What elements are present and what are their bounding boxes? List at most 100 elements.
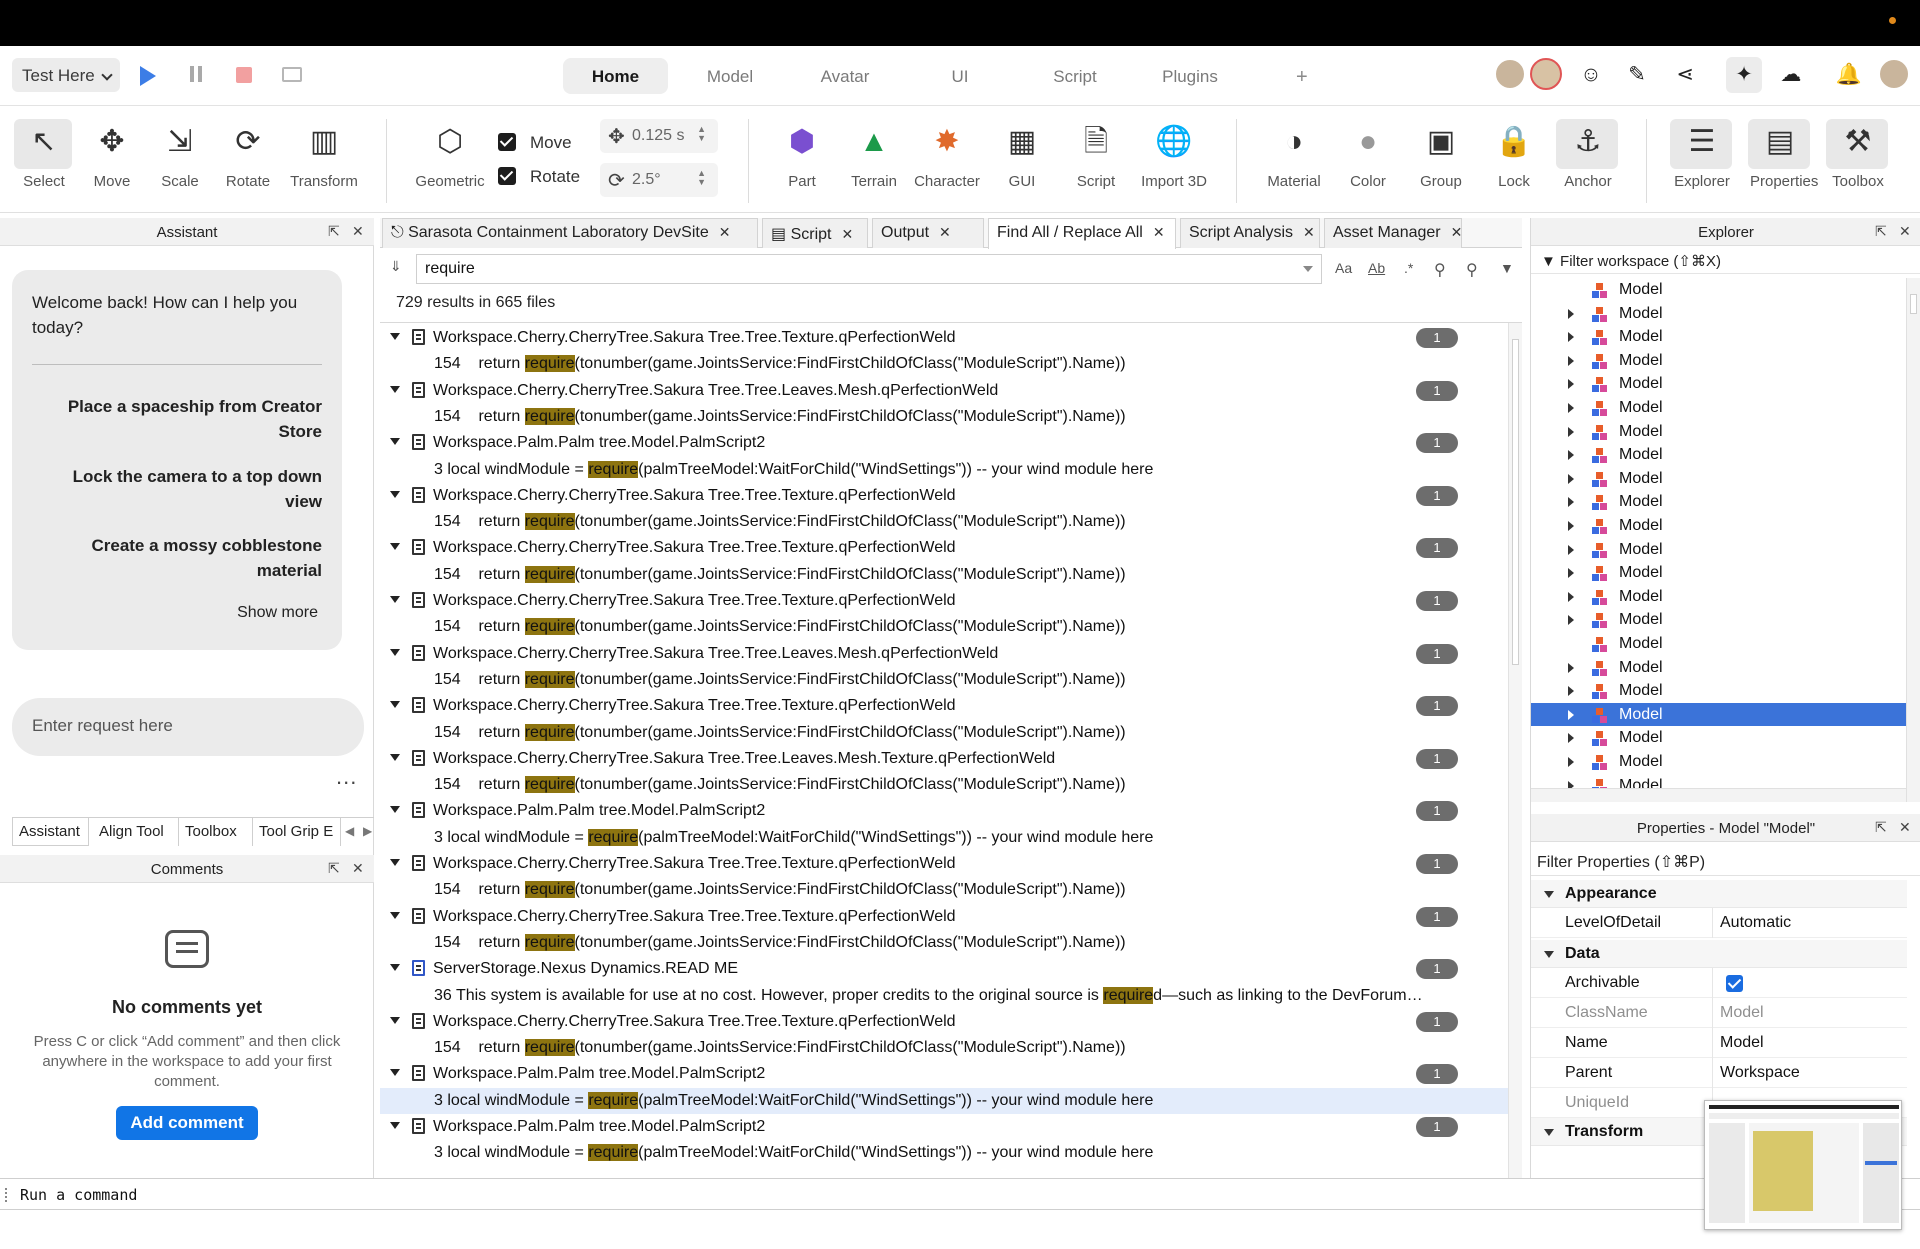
character-tool[interactable]: ✸ Character: [912, 119, 982, 205]
prop-name[interactable]: Name Model: [1531, 1028, 1907, 1058]
undock-icon[interactable]: ⇱: [328, 223, 340, 240]
suggestion-spaceship[interactable]: Place a spaceship from Creator Store: [42, 394, 322, 444]
close-icon[interactable]: ✕: [841, 226, 853, 242]
explorer-item[interactable]: Model: [1531, 420, 1907, 444]
explorer-item[interactable]: Model: [1531, 702, 1907, 727]
result-match-line[interactable]: 154 return require(tonumber(game.JointsS…: [380, 509, 1510, 535]
scroll-right-icon[interactable]: ▶: [363, 824, 372, 838]
result-match-line[interactable]: 154 return require(tonumber(game.JointsS…: [380, 351, 1510, 377]
gui-tool[interactable]: ▦ GUI: [996, 119, 1048, 205]
result-match-line[interactable]: 154 return require(tonumber(game.JointsS…: [380, 614, 1510, 640]
undock-icon[interactable]: ⇱: [1875, 819, 1887, 836]
explorer-item[interactable]: Model: [1531, 443, 1907, 467]
explorer-filter-input[interactable]: ▼ Filter workspace (⇧⌘X): [1531, 248, 1920, 274]
transform-tool[interactable]: ▥ Transform: [286, 119, 362, 205]
tab-model[interactable]: Model: [690, 58, 770, 94]
group-tool[interactable]: ▣ Group: [1414, 119, 1468, 205]
explorer-item[interactable]: Model: [1531, 679, 1907, 703]
collaborator-icon[interactable]: [1530, 58, 1562, 90]
explorer-item[interactable]: Model: [1531, 538, 1907, 562]
result-match-line[interactable]: 154 return require(tonumber(game.JointsS…: [380, 404, 1510, 430]
result-file-row[interactable]: Workspace.Palm.Palm tree.Model.PalmScrip…: [380, 1061, 1510, 1087]
tab-avatar[interactable]: Avatar: [805, 58, 885, 94]
command-bar[interactable]: Run a command: [0, 1178, 1920, 1210]
device-emulator-icon[interactable]: [282, 67, 302, 82]
bell-icon[interactable]: 🔔: [1834, 60, 1864, 90]
material-tool[interactable]: ◑ Material: [1262, 119, 1326, 205]
collapse-arrow-icon[interactable]: [390, 964, 400, 972]
expand-arrow-icon[interactable]: [1568, 355, 1574, 366]
expand-arrow-icon[interactable]: [1568, 709, 1574, 720]
tab-script-analysis[interactable]: Script Analysis ✕: [1180, 218, 1320, 248]
search-icon[interactable]: ⚲: [1434, 260, 1446, 280]
tab-asset-manager[interactable]: Asset Manager ✕: [1324, 218, 1462, 248]
explorer-item[interactable]: Model: [1531, 726, 1907, 750]
more-options-icon[interactable]: ...: [336, 764, 357, 790]
prop-archivable[interactable]: Archivable: [1531, 968, 1907, 998]
collapse-arrow-icon[interactable]: [390, 1069, 400, 1077]
result-match-line[interactable]: 154 return require(tonumber(game.JointsS…: [380, 667, 1510, 693]
stepper-icon[interactable]: ▲ ▼: [697, 125, 706, 143]
tab-place[interactable]: ⎋ Sarasota Containment Laboratory DevSit…: [382, 218, 758, 248]
expand-arrow-icon[interactable]: [1568, 497, 1574, 508]
expand-arrow-icon[interactable]: [1568, 733, 1574, 744]
whole-word-icon[interactable]: Ab: [1368, 260, 1385, 276]
explorer-horizontal-scrollbar[interactable]: [1531, 788, 1907, 802]
collapse-arrow-icon[interactable]: [390, 859, 400, 866]
section-appearance[interactable]: Appearance: [1531, 880, 1907, 908]
color-tool[interactable]: ● Color: [1342, 119, 1394, 205]
explorer-item[interactable]: Model: [1531, 467, 1907, 491]
result-file-row[interactable]: Workspace.Cherry.CherryTree.Sakura Tree.…: [380, 588, 1510, 614]
tab-script[interactable]: Script: [1035, 58, 1115, 94]
result-file-row[interactable]: Workspace.Palm.Palm tree.Model.PalmScrip…: [380, 798, 1510, 824]
explorer-item[interactable]: Model: [1531, 585, 1907, 609]
rotate-tool[interactable]: ⟳ Rotate: [220, 119, 276, 205]
expand-arrow-icon[interactable]: [1568, 403, 1574, 413]
expand-arrow-icon[interactable]: [1568, 591, 1574, 602]
collapse-arrow-icon[interactable]: [390, 1122, 400, 1129]
test-mode-dropdown[interactable]: Test Here: [12, 58, 120, 92]
rotate-snap-toggle[interactable]: Rotate: [498, 167, 580, 187]
tab-assistant[interactable]: Assistant: [12, 818, 89, 846]
explorer-item[interactable]: Model: [1531, 561, 1907, 585]
explorer-item[interactable]: Model: [1531, 325, 1907, 349]
undock-icon[interactable]: ⇱: [1875, 223, 1887, 240]
expand-arrow-icon[interactable]: [1568, 757, 1574, 767]
match-case-icon[interactable]: Aa: [1335, 260, 1352, 276]
collapse-arrow-icon[interactable]: [390, 806, 400, 814]
result-file-row[interactable]: Workspace.Cherry.CherryTree.Sakura Tree.…: [380, 746, 1510, 772]
close-icon[interactable]: ✕: [1899, 223, 1911, 240]
result-file-row[interactable]: Workspace.Cherry.CherryTree.Sakura Tree.…: [380, 851, 1510, 877]
results-scrollbar[interactable]: [1508, 323, 1522, 1178]
collapse-arrow-icon[interactable]: [390, 438, 400, 446]
screenshot-preview[interactable]: [1704, 1100, 1902, 1230]
explorer-vertical-scrollbar[interactable]: [1906, 278, 1920, 802]
suggestion-material[interactable]: Create a mossy cobblestone material: [42, 533, 322, 583]
collapse-arrow-icon[interactable]: [390, 753, 400, 761]
scroll-thumb[interactable]: [1910, 294, 1917, 314]
import3d-tool[interactable]: 🌐 Import 3D: [1136, 119, 1212, 205]
expand-arrow-icon[interactable]: [1568, 662, 1574, 673]
share-icon[interactable]: ⋖: [1670, 60, 1700, 90]
terrain-tool[interactable]: ▲ Terrain: [844, 119, 904, 205]
tab-script-doc[interactable]: ▤ Script ✕: [762, 218, 868, 248]
regex-icon[interactable]: .*: [1404, 260, 1413, 276]
result-match-line[interactable]: 154 return require(tonumber(game.JointsS…: [380, 1035, 1510, 1061]
anchor-tool[interactable]: ⚓ Anchor: [1556, 119, 1618, 205]
move-increment-input[interactable]: ✥ 0.125 s ▲ ▼: [600, 119, 718, 153]
add-tab-button[interactable]: +: [1296, 66, 1308, 89]
show-more-link[interactable]: Show more: [237, 604, 318, 622]
collapse-arrow-icon[interactable]: [390, 333, 400, 340]
tab-tool-grip[interactable]: Tool Grip E: [253, 818, 341, 846]
collapse-arrow-icon[interactable]: [390, 701, 400, 709]
close-icon[interactable]: ✕: [1303, 224, 1315, 240]
expand-arrow-icon[interactable]: [1568, 544, 1574, 555]
prop-value[interactable]: Automatic: [1720, 914, 1791, 932]
explorer-item[interactable]: Model: [1531, 632, 1907, 656]
result-match-line[interactable]: 3 local windModule = require(palmTreeMod…: [380, 457, 1510, 483]
filter-icon[interactable]: ▼: [1500, 260, 1514, 276]
explorer-item[interactable]: Model: [1531, 396, 1907, 420]
tab-toolbox[interactable]: Toolbox: [179, 818, 253, 846]
result-file-row[interactable]: Workspace.Cherry.CherryTree.Sakura Tree.…: [380, 483, 1510, 509]
select-tool[interactable]: ↖ Select: [14, 119, 72, 205]
